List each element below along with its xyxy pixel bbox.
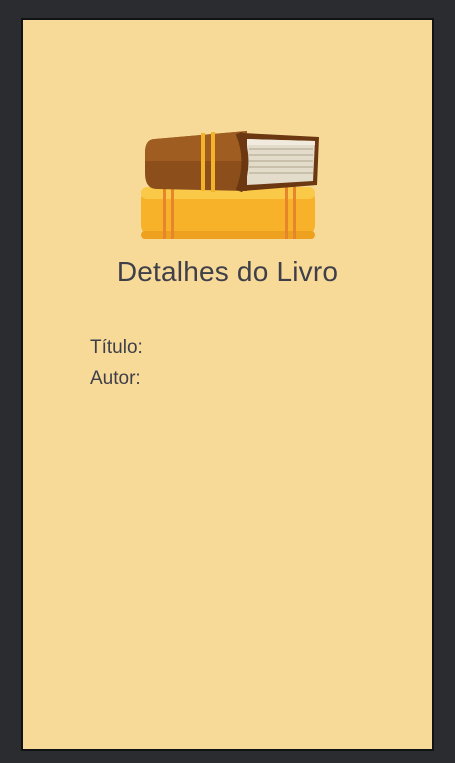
book-author-row: Autor:: [90, 368, 145, 390]
navigation-bar-area: [0, 752, 455, 763]
book-author-label: Autor:: [90, 368, 141, 389]
book-title-row: Título:: [90, 337, 147, 359]
page-title: Detalhes do Livro: [116, 256, 339, 287]
books-stack-icon: [141, 131, 319, 239]
emulator-frame: Detalhes do Livro Título: Autor:: [0, 0, 455, 763]
status-bar-area: [0, 0, 455, 18]
book-details-screen: Detalhes do Livro Título: Autor:: [21, 18, 434, 751]
book-title-label: Título:: [90, 337, 143, 358]
